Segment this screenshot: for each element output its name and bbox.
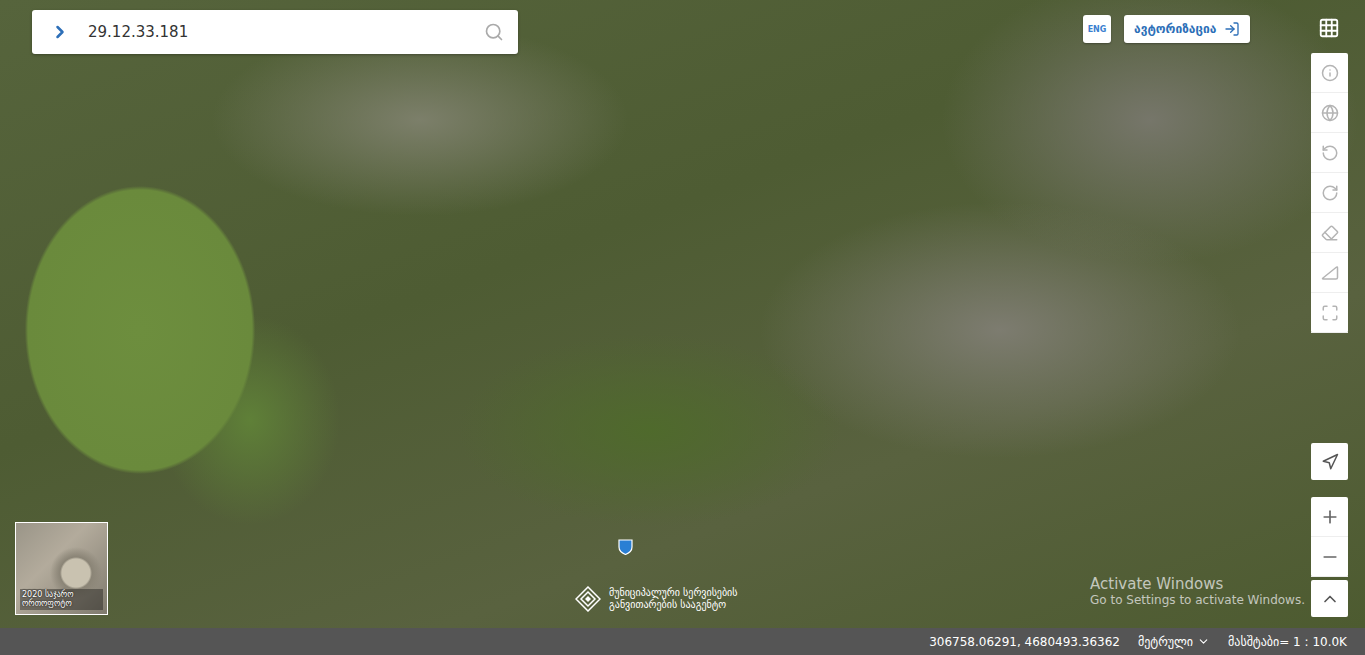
map-canvas[interactable]: 29.12.33.181 ENG ავტორიზაცია 2020 საჯარო ორ… xyxy=(0,0,1365,628)
measure-icon xyxy=(1321,264,1339,282)
plus-icon xyxy=(1320,507,1340,527)
agency-logo-icon xyxy=(575,586,601,612)
tool-button[interactable] xyxy=(1311,253,1348,293)
chevron-up-icon xyxy=(1320,589,1340,609)
search-box[interactable]: 29.12.33.181 xyxy=(32,10,518,54)
agency-name-line: განვითარების სააგენტო xyxy=(609,599,738,612)
tool-button[interactable] xyxy=(1311,53,1348,93)
basemap-label: 2020 საჯარო ორთოფოტო xyxy=(20,589,103,610)
fullscreen-icon xyxy=(1321,304,1339,322)
agency-watermark: მუნიციპალური სერვისებისგანვითარების სააგ… xyxy=(575,586,738,612)
eraser-icon xyxy=(1321,224,1339,242)
agency-name-line: მუნიციპალური სერვისების xyxy=(609,587,738,600)
collapse-button[interactable] xyxy=(1311,580,1348,617)
scale: მასშტაბი= 1 : 10.0K xyxy=(1228,635,1347,649)
globe-icon xyxy=(1321,104,1339,122)
language-button[interactable]: ENG xyxy=(1083,15,1111,43)
activation-text: Go to Settings to activate Windows. xyxy=(1090,593,1305,607)
status-bar: 306758.06291, 4680493.36362 მეტრული მასშტა… xyxy=(0,628,1365,655)
coordinates: 306758.06291, 4680493.36362 xyxy=(929,635,1120,649)
search-icon[interactable] xyxy=(484,22,504,42)
map-pin[interactable] xyxy=(618,539,633,555)
minus-icon xyxy=(1320,547,1340,567)
login-label: ავტორიზაცია xyxy=(1134,22,1216,36)
pin-icon xyxy=(618,539,633,555)
info-icon xyxy=(1321,64,1339,82)
apps-button[interactable] xyxy=(1317,16,1341,40)
agency-name: მუნიციპალური სერვისებისგანვითარების სააგ… xyxy=(609,587,738,612)
locate-icon xyxy=(1321,453,1339,471)
activation-title: Activate Windows xyxy=(1090,575,1305,593)
rotate-right-icon xyxy=(1321,184,1339,202)
map-page: 29.12.33.181 ENG ავტორიზაცია 2020 საჯარო ორ… xyxy=(0,0,1365,655)
rotate-left-icon xyxy=(1321,144,1339,162)
dropdown-icon xyxy=(1197,635,1210,648)
grid-icon xyxy=(1318,17,1340,39)
tool-column xyxy=(1311,53,1348,333)
basemap-thumbnail[interactable]: 2020 საჯარო ორთოფოტო xyxy=(15,522,108,615)
tool-button[interactable] xyxy=(1311,133,1348,173)
tool-button[interactable] xyxy=(1311,293,1348,333)
tool-button[interactable] xyxy=(1311,213,1348,253)
tool-button[interactable] xyxy=(1311,173,1348,213)
zoom-out-button[interactable] xyxy=(1311,537,1348,577)
zoom-panel xyxy=(1311,497,1348,577)
login-icon xyxy=(1224,21,1240,37)
expand-icon[interactable] xyxy=(50,22,70,42)
search-text[interactable]: 29.12.33.181 xyxy=(88,23,466,41)
tool-button[interactable] xyxy=(1311,93,1348,133)
zoom-in-button[interactable] xyxy=(1311,497,1348,537)
locate-button[interactable] xyxy=(1311,443,1348,480)
activation-notice: Activate WindowsGo to Settings to activa… xyxy=(1090,575,1305,607)
login-button[interactable]: ავტორიზაცია xyxy=(1124,15,1250,43)
units-select[interactable]: მეტრული xyxy=(1138,635,1210,649)
